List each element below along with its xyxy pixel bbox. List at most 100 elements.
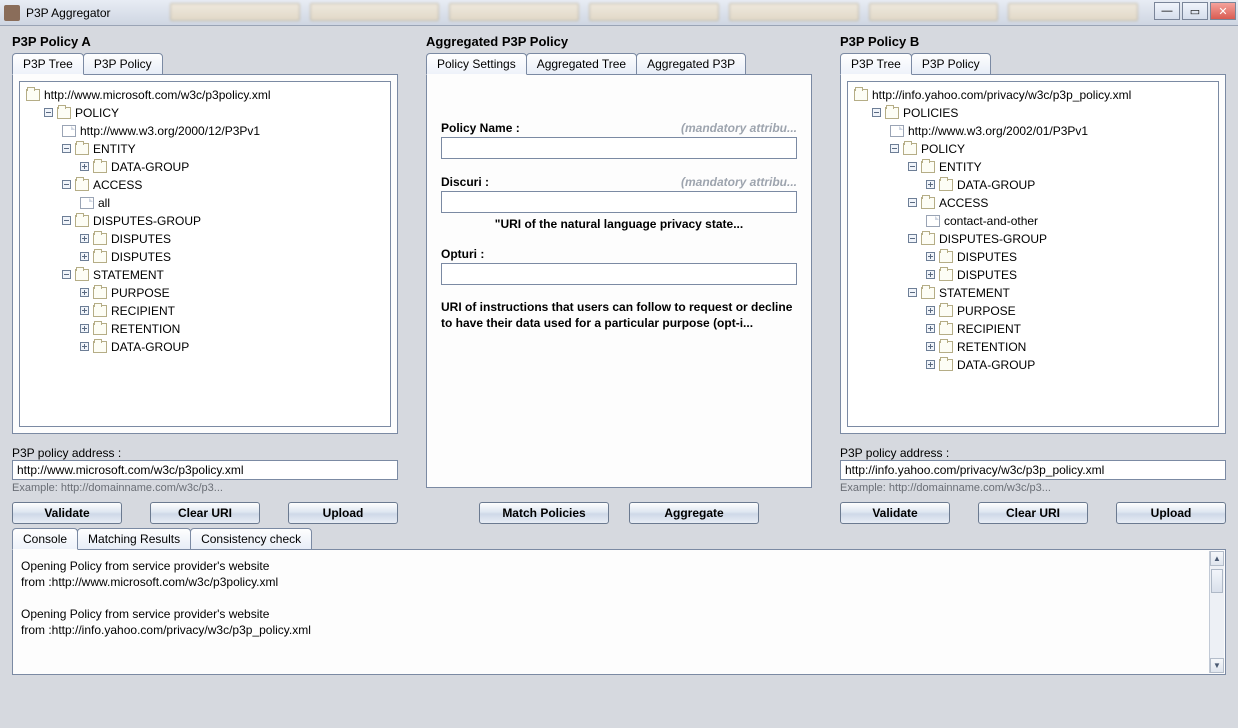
- tab-consistency-check[interactable]: Consistency check: [190, 528, 312, 550]
- toggle-icon[interactable]: [872, 108, 881, 117]
- toggle-icon[interactable]: [926, 270, 935, 279]
- tree-entity[interactable]: ENTITY DATA-GROUP: [62, 140, 386, 176]
- toggle-icon[interactable]: [62, 216, 71, 225]
- addr-input-a[interactable]: [12, 460, 398, 480]
- toggle-icon[interactable]: [926, 252, 935, 261]
- tree-policies[interactable]: POLICIES http://www.w3.org/2002/01/P3Pv1…: [872, 104, 1214, 374]
- folder-icon: [921, 161, 935, 173]
- scroll-thumb[interactable]: [1211, 569, 1223, 593]
- discuri-label: Discuri :: [441, 175, 489, 189]
- background-tabs: [170, 2, 1138, 22]
- tree-access[interactable]: ACCESS all: [62, 176, 386, 212]
- addr-example-b: Example: http://domainname.com/w3c/p3...: [840, 482, 1226, 494]
- tree-recipient[interactable]: RECIPIENT: [926, 320, 1214, 338]
- policy-name-input[interactable]: [441, 137, 797, 159]
- toggle-icon[interactable]: [908, 198, 917, 207]
- toggle-icon[interactable]: [80, 234, 89, 243]
- tree-root[interactable]: http://info.yahoo.com/privacy/w3c/p3p_po…: [854, 86, 1214, 374]
- tree-retention[interactable]: RETENTION: [80, 320, 386, 338]
- scroll-up-icon[interactable]: ▲: [1210, 551, 1224, 566]
- toggle-icon[interactable]: [926, 360, 935, 369]
- upload-button-b[interactable]: Upload: [1116, 502, 1226, 524]
- folder-icon: [939, 323, 953, 335]
- maximize-button[interactable]: ▭: [1182, 2, 1208, 20]
- tree-statement[interactable]: STATEMENT PURPOSE RECIPIENT RETENTION DA…: [908, 284, 1214, 374]
- aggregate-button[interactable]: Aggregate: [629, 502, 759, 524]
- validate-button-a[interactable]: Validate: [12, 502, 122, 524]
- tree-access[interactable]: ACCESS contact-and-other: [908, 194, 1214, 230]
- tree-entity[interactable]: ENTITY DATA-GROUP: [908, 158, 1214, 194]
- toggle-icon[interactable]: [908, 162, 917, 171]
- toggle-icon[interactable]: [890, 144, 899, 153]
- tree-policy[interactable]: POLICY ENTITY DATA-GROUP ACCESS contact-…: [890, 140, 1214, 374]
- toggle-icon[interactable]: [926, 180, 935, 189]
- toggle-icon[interactable]: [926, 306, 935, 315]
- page-icon: [80, 197, 94, 209]
- opturi-input[interactable]: [441, 263, 797, 285]
- tree-a[interactable]: http://www.microsoft.com/w3c/p3policy.xm…: [19, 81, 391, 427]
- toggle-icon[interactable]: [80, 342, 89, 351]
- tree-disputes-group[interactable]: DISPUTES-GROUP DISPUTES DISPUTES: [908, 230, 1214, 284]
- console-panel: Opening Policy from service provider's w…: [12, 549, 1226, 675]
- discuri-input[interactable]: [441, 191, 797, 213]
- toggle-icon[interactable]: [80, 288, 89, 297]
- tree-access-all[interactable]: all: [80, 194, 386, 212]
- tree-purpose[interactable]: PURPOSE: [926, 302, 1214, 320]
- tree-datagroup[interactable]: DATA-GROUP: [926, 356, 1214, 374]
- toggle-icon[interactable]: [80, 162, 89, 171]
- toggle-icon[interactable]: [80, 324, 89, 333]
- upload-button-a[interactable]: Upload: [288, 502, 398, 524]
- addr-input-b[interactable]: [840, 460, 1226, 480]
- toggle-icon[interactable]: [62, 180, 71, 189]
- tree-root[interactable]: http://www.microsoft.com/w3c/p3policy.xm…: [26, 86, 386, 356]
- toggle-icon[interactable]: [908, 288, 917, 297]
- tree-retention[interactable]: RETENTION: [926, 338, 1214, 356]
- tree-b[interactable]: http://info.yahoo.com/privacy/w3c/p3p_po…: [847, 81, 1219, 427]
- tab-p3p-tree-b[interactable]: P3P Tree: [840, 53, 912, 75]
- page-icon: [926, 215, 940, 227]
- toggle-icon[interactable]: [908, 234, 917, 243]
- tab-p3p-policy-a[interactable]: P3P Policy: [83, 53, 163, 75]
- toggle-icon[interactable]: [926, 342, 935, 351]
- match-policies-button[interactable]: Match Policies: [479, 502, 609, 524]
- toggle-icon[interactable]: [44, 108, 53, 117]
- tab-matching-results[interactable]: Matching Results: [77, 528, 191, 550]
- opturi-description: URI of instructions that users can follo…: [441, 299, 797, 331]
- tree-disputes-group[interactable]: DISPUTES-GROUP DISPUTES DISPUTES: [62, 212, 386, 266]
- tree-disputes[interactable]: DISPUTES: [80, 230, 386, 248]
- tree-purpose[interactable]: PURPOSE: [80, 284, 386, 302]
- toggle-icon[interactable]: [80, 252, 89, 261]
- close-button[interactable]: ✕: [1210, 2, 1236, 20]
- tree-disputes[interactable]: DISPUTES: [80, 248, 386, 266]
- folder-icon: [93, 161, 107, 173]
- tree-disputes[interactable]: DISPUTES: [926, 266, 1214, 284]
- tab-console[interactable]: Console: [12, 528, 78, 550]
- tree-statement[interactable]: STATEMENT PURPOSE RECIPIENT RETENTION DA…: [62, 266, 386, 356]
- tree-disputes[interactable]: DISPUTES: [926, 248, 1214, 266]
- tree-version[interactable]: http://www.w3.org/2000/12/P3Pv1: [62, 122, 386, 140]
- clear-uri-button-b[interactable]: Clear URI: [978, 502, 1088, 524]
- tab-policy-settings[interactable]: Policy Settings: [426, 53, 527, 75]
- tab-aggregated-p3p[interactable]: Aggregated P3P: [636, 53, 746, 75]
- discuri-hint: (mandatory attribu...: [681, 175, 797, 189]
- toggle-icon[interactable]: [62, 144, 71, 153]
- tree-datagroup[interactable]: DATA-GROUP: [80, 158, 386, 176]
- tree-datagroup[interactable]: DATA-GROUP: [80, 338, 386, 356]
- scroll-down-icon[interactable]: ▼: [1210, 658, 1224, 673]
- toggle-icon[interactable]: [926, 324, 935, 333]
- validate-button-b[interactable]: Validate: [840, 502, 950, 524]
- tree-datagroup[interactable]: DATA-GROUP: [926, 176, 1214, 194]
- minimize-button[interactable]: —: [1154, 2, 1180, 20]
- toggle-icon[interactable]: [80, 306, 89, 315]
- scrollbar[interactable]: ▲ ▼: [1209, 551, 1224, 673]
- tab-p3p-tree-a[interactable]: P3P Tree: [12, 53, 84, 75]
- tab-aggregated-tree[interactable]: Aggregated Tree: [526, 53, 637, 75]
- tree-policy[interactable]: POLICY http://www.w3.org/2000/12/P3Pv1 E…: [44, 104, 386, 356]
- tab-p3p-policy-b[interactable]: P3P Policy: [911, 53, 991, 75]
- tree-version[interactable]: http://www.w3.org/2002/01/P3Pv1: [890, 122, 1214, 140]
- tree-recipient[interactable]: RECIPIENT: [80, 302, 386, 320]
- toggle-icon[interactable]: [62, 270, 71, 279]
- tree-access-item[interactable]: contact-and-other: [926, 212, 1214, 230]
- addr-label-b: P3P policy address :: [840, 446, 1226, 460]
- clear-uri-button-a[interactable]: Clear URI: [150, 502, 260, 524]
